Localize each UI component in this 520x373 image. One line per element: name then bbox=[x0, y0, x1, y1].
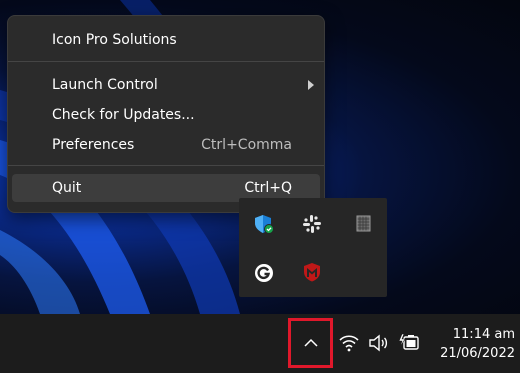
menu-item-shortcut: Ctrl+Comma bbox=[201, 137, 292, 153]
taskbar-clock[interactable]: 11:14 am 21/06/2022 bbox=[425, 325, 515, 363]
context-menu: Icon Pro Solutions Launch Control Check … bbox=[7, 15, 325, 213]
windows-security-icon[interactable] bbox=[254, 214, 274, 234]
tray-overflow-panel bbox=[239, 198, 387, 297]
mcafee-icon[interactable] bbox=[302, 262, 322, 282]
clock-time: 11:14 am bbox=[452, 327, 515, 342]
menu-title-item[interactable]: Icon Pro Solutions bbox=[12, 26, 320, 54]
menu-item-label: Preferences bbox=[52, 137, 135, 153]
taskbar: 11:14 am 21/06/2022 bbox=[0, 314, 520, 373]
show-hidden-icons-button[interactable] bbox=[288, 318, 333, 368]
menu-title-label: Icon Pro Solutions bbox=[52, 32, 177, 48]
menu-item-launch-control[interactable]: Launch Control bbox=[12, 71, 320, 99]
grammarly-icon[interactable] bbox=[254, 263, 274, 283]
menu-item-label: Check for Updates... bbox=[52, 107, 195, 123]
volume-icon[interactable] bbox=[368, 334, 388, 356]
app-grid-icon[interactable] bbox=[354, 214, 374, 234]
submenu-arrow-icon bbox=[308, 80, 314, 90]
battery-charging-icon[interactable] bbox=[398, 332, 420, 356]
menu-item-check-for-updates[interactable]: Check for Updates... bbox=[12, 101, 320, 129]
chevron-up-icon bbox=[304, 338, 318, 347]
slack-icon[interactable] bbox=[302, 214, 322, 234]
menu-separator bbox=[8, 165, 324, 166]
menu-item-shortcut: Ctrl+Q bbox=[244, 180, 292, 196]
wifi-icon[interactable] bbox=[339, 334, 359, 356]
clock-date: 21/06/2022 bbox=[440, 346, 515, 361]
menu-separator bbox=[8, 61, 324, 62]
menu-item-label: Launch Control bbox=[52, 77, 158, 93]
menu-item-preferences[interactable]: Preferences Ctrl+Comma bbox=[12, 131, 320, 159]
menu-item-label: Quit bbox=[52, 180, 82, 196]
